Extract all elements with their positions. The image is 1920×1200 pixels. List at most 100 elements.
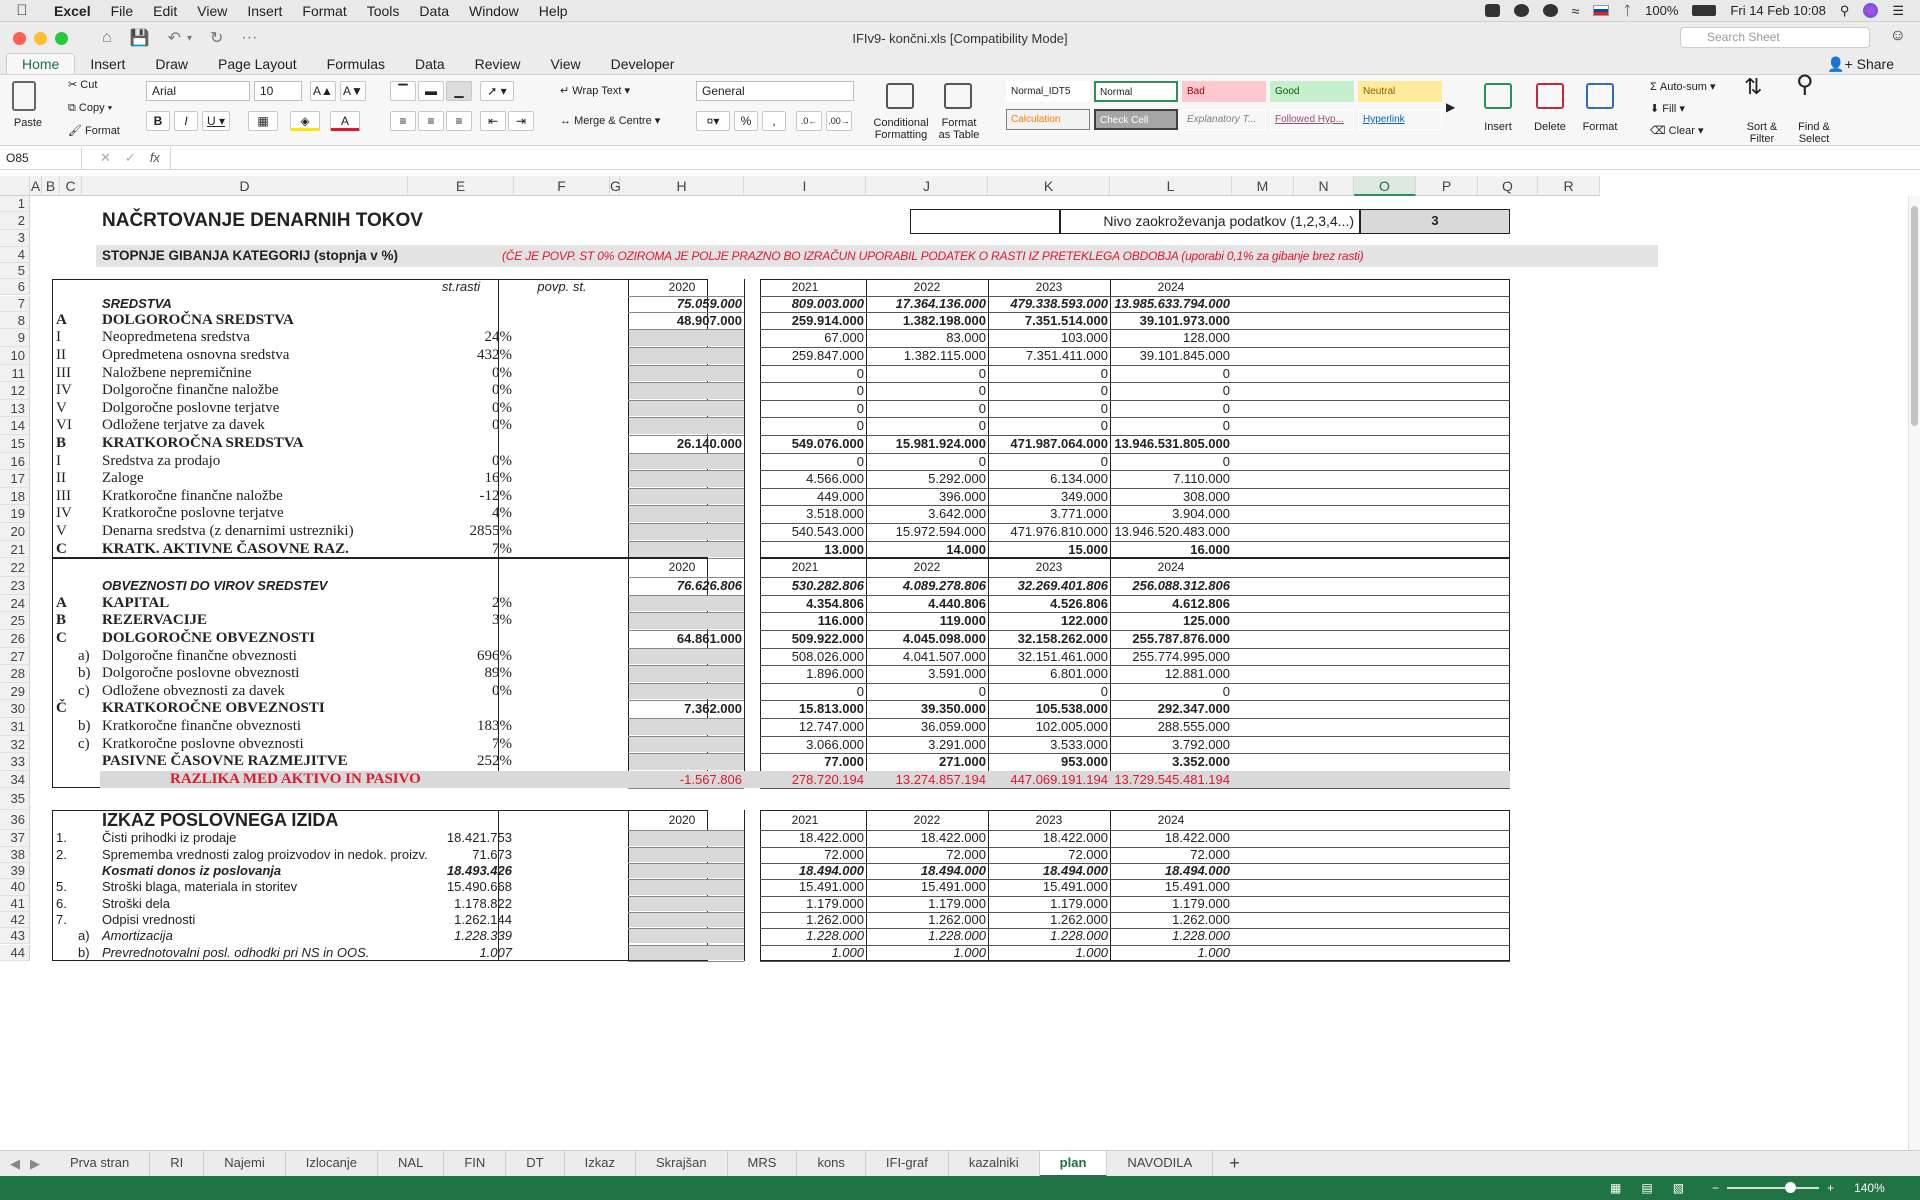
- row-header-28[interactable]: 28: [0, 665, 30, 683]
- vertical-scrollbar-thumb[interactable]: [1911, 206, 1918, 426]
- row-header-35[interactable]: 35: [0, 788, 30, 811]
- formula-input[interactable]: [169, 146, 1920, 169]
- column-header-P[interactable]: P: [1416, 176, 1478, 196]
- format-as-table-button[interactable]: Format as Table: [936, 117, 982, 141]
- row-header-22[interactable]: 22: [0, 558, 30, 578]
- row-header-13[interactable]: 13: [0, 399, 30, 418]
- format-cells-button[interactable]: Format: [1580, 121, 1620, 133]
- page-layout-view-icon[interactable]: ▤: [1641, 1181, 1652, 1195]
- sort-filter-button[interactable]: Sort & Filter: [1740, 121, 1784, 145]
- row-header-14[interactable]: 14: [0, 417, 30, 435]
- povp-input-cell[interactable]: [629, 506, 744, 522]
- align-middle-icon[interactable]: ▬: [418, 81, 444, 101]
- povp-input-cell[interactable]: [629, 896, 744, 911]
- name-box[interactable]: O85: [0, 146, 82, 169]
- tab-page-layout[interactable]: Page Layout: [203, 54, 312, 74]
- menu-window[interactable]: Window: [459, 0, 529, 22]
- sheet-tab-izkaz[interactable]: Izkaz: [565, 1150, 636, 1177]
- row-header-26[interactable]: 26: [0, 630, 30, 648]
- insert-cells-button[interactable]: Insert: [1478, 121, 1518, 133]
- siri-icon[interactable]: [1863, 3, 1879, 18]
- select-all-corner[interactable]: [0, 176, 30, 196]
- row-header-29[interactable]: 29: [0, 682, 30, 701]
- copy-button[interactable]: ⧉ Copy ▾: [68, 102, 112, 114]
- spotlight-search-icon[interactable]: ⚲: [1840, 3, 1850, 19]
- font-color-icon[interactable]: A: [330, 111, 360, 131]
- column-header-H[interactable]: H: [620, 176, 744, 196]
- conditional-formatting-button[interactable]: Conditional Formatting: [870, 117, 932, 141]
- povp-input-cell[interactable]: [629, 400, 744, 417]
- style-bad[interactable]: Bad: [1182, 81, 1266, 102]
- povp-input-cell[interactable]: [629, 666, 744, 682]
- povp-input-cell[interactable]: [629, 541, 744, 558]
- tab-home[interactable]: Home: [6, 53, 76, 74]
- bold-button[interactable]: B: [146, 111, 170, 131]
- sheet-tab-prva-stran[interactable]: Prva stran: [50, 1150, 151, 1177]
- add-sheet-button[interactable]: +: [1213, 1153, 1256, 1174]
- column-header-L[interactable]: L: [1110, 176, 1232, 196]
- style-hyperlink[interactable]: Hyperlink: [1358, 109, 1442, 130]
- apple-menu-icon[interactable]: : [0, 2, 44, 19]
- notification-center-icon[interactable]: ☰: [1892, 3, 1904, 19]
- sheet-tab-kons[interactable]: kons: [797, 1150, 866, 1177]
- style-neutral[interactable]: Neutral: [1358, 81, 1442, 102]
- increase-indent-icon[interactable]: ⇥: [508, 111, 534, 131]
- zoom-slider[interactable]: [1727, 1182, 1820, 1193]
- row-header-11[interactable]: 11: [0, 364, 30, 383]
- povp-input-cell[interactable]: [629, 330, 744, 346]
- number-format-select[interactable]: General: [696, 81, 854, 101]
- povp-input-cell[interactable]: [629, 383, 744, 399]
- sheet-tab-dt[interactable]: DT: [506, 1150, 565, 1177]
- povp-input-cell[interactable]: [629, 471, 744, 487]
- align-left-icon[interactable]: ≡: [390, 111, 416, 131]
- column-header-G[interactable]: G: [610, 176, 621, 196]
- row-header-2[interactable]: 2: [0, 212, 30, 231]
- menu-format[interactable]: Format: [292, 0, 356, 22]
- format-as-table-icon[interactable]: [944, 83, 972, 109]
- decrease-decimal-icon[interactable]: .00→: [826, 111, 852, 131]
- column-header-I[interactable]: I: [744, 176, 866, 196]
- menu-tools[interactable]: Tools: [357, 0, 410, 22]
- orientation-icon[interactable]: ➚ ▾: [480, 81, 514, 101]
- borders-icon[interactable]: ▦: [248, 111, 278, 131]
- fill-button[interactable]: ⬇ Fill ▾: [1650, 103, 1685, 115]
- sheet-tab-ifi-graf[interactable]: IFI-graf: [866, 1150, 949, 1177]
- input-source-flag-icon[interactable]: [1593, 5, 1610, 16]
- row-header-23[interactable]: 23: [0, 577, 30, 595]
- tab-draw[interactable]: Draw: [140, 54, 203, 74]
- menu-data[interactable]: Data: [409, 0, 459, 22]
- menu-app[interactable]: Excel: [44, 0, 101, 22]
- row-header-40[interactable]: 40: [0, 879, 30, 896]
- status-app-icon[interactable]: [1513, 4, 1529, 17]
- column-header-C[interactable]: C: [60, 176, 82, 196]
- row-header-9[interactable]: 9: [0, 329, 30, 347]
- style-check-cell[interactable]: Check Cell: [1094, 109, 1178, 130]
- row-header-5[interactable]: 5: [0, 262, 30, 280]
- style-good[interactable]: Good: [1270, 81, 1354, 102]
- row-header-43[interactable]: 43: [0, 928, 30, 945]
- search-sheet-input[interactable]: Search Sheet: [1680, 27, 1870, 48]
- povp-input-cell[interactable]: [629, 880, 744, 895]
- insert-function-icon[interactable]: fx: [150, 150, 160, 165]
- increase-font-size-button[interactable]: A▲: [310, 81, 336, 101]
- column-header-K[interactable]: K: [988, 176, 1110, 196]
- save-icon[interactable]: 💾: [130, 28, 150, 48]
- decrease-indent-icon[interactable]: ⇤: [480, 111, 506, 131]
- more-qat-icon[interactable]: ···: [241, 29, 257, 47]
- row-header-33[interactable]: 33: [0, 753, 30, 771]
- sheet-tab-ri[interactable]: RI: [150, 1150, 205, 1177]
- column-header-E[interactable]: E: [408, 176, 514, 196]
- tab-formulas[interactable]: Formulas: [312, 54, 400, 74]
- row-header-32[interactable]: 32: [0, 735, 30, 754]
- home-icon[interactable]: ⌂: [102, 29, 112, 47]
- undo-icon[interactable]: ↶: [168, 28, 181, 48]
- povp-input-cell[interactable]: [629, 929, 744, 944]
- wrap-text-button[interactable]: ↵ Wrap Text ▾: [560, 85, 630, 97]
- undo-dropdown-icon[interactable]: ▾: [187, 33, 192, 44]
- row-header-44[interactable]: 44: [0, 944, 30, 961]
- comma-style-button[interactable]: ,: [762, 111, 786, 131]
- row-header-39[interactable]: 39: [0, 863, 30, 880]
- find-select-button[interactable]: Find & Select: [1792, 121, 1836, 145]
- cut-button[interactable]: ✂ Cut: [68, 79, 97, 91]
- povp-input-cell[interactable]: [629, 418, 744, 434]
